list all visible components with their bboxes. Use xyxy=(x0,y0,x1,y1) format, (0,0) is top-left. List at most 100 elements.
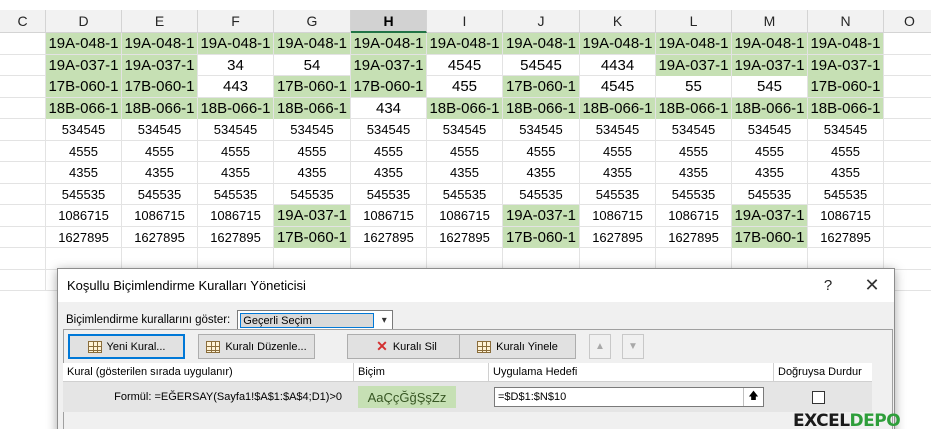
cell-f1[interactable]: 19A-048-1 xyxy=(198,33,274,54)
cell-n6[interactable]: 4555 xyxy=(808,140,884,162)
new-rule-button[interactable]: Yeni Kural... xyxy=(68,334,185,359)
cell-c5[interactable] xyxy=(0,119,46,140)
cell-e2[interactable]: 19A-037-1 xyxy=(122,54,198,76)
edit-rule-button[interactable]: Kuralı Düzenle... xyxy=(198,334,315,359)
cell-n8[interactable]: 545535 xyxy=(808,183,884,205)
cell-o7[interactable] xyxy=(884,162,931,183)
cell-n4[interactable]: 18B-066-1 xyxy=(808,97,884,119)
cell-o4[interactable] xyxy=(884,98,931,119)
column-header-n[interactable]: N xyxy=(808,10,884,33)
cell-e3[interactable]: 17B-060-1 xyxy=(122,76,198,97)
applies-to-field[interactable]: =$D$1:$N$10 🡅 xyxy=(494,387,764,407)
cell-k6[interactable]: 4555 xyxy=(580,140,656,162)
cell-o3[interactable] xyxy=(884,76,931,97)
cell-c8[interactable] xyxy=(0,183,46,205)
cell-j4[interactable]: 18B-066-1 xyxy=(503,97,580,119)
cell-d10[interactable]: 1627895 xyxy=(46,226,122,248)
cell-n3[interactable]: 17B-060-1 xyxy=(808,76,884,97)
help-button[interactable]: ? xyxy=(806,269,850,302)
cell-l8[interactable]: 545535 xyxy=(656,183,732,205)
cell-g1[interactable]: 19A-048-1 xyxy=(274,33,351,54)
cell-l10[interactable]: 1627895 xyxy=(656,226,732,248)
cell-g9[interactable]: 19A-037-1 xyxy=(274,205,351,226)
cell-k10[interactable]: 1627895 xyxy=(580,226,656,248)
cell-d5[interactable]: 534545 xyxy=(46,119,122,140)
stop-if-true-checkbox[interactable] xyxy=(812,390,825,404)
close-button[interactable]: ✕ xyxy=(850,269,894,302)
cell-k5[interactable]: 534545 xyxy=(580,119,656,140)
cell-o6[interactable] xyxy=(884,141,931,162)
cell-i3[interactable]: 455 xyxy=(427,76,503,97)
cell-m9[interactable]: 19A-037-1 xyxy=(732,205,808,226)
cell-n2[interactable]: 19A-037-1 xyxy=(808,54,884,76)
cell-j9[interactable]: 19A-037-1 xyxy=(503,205,580,226)
cell-j5[interactable]: 534545 xyxy=(503,119,580,140)
cell-m6[interactable]: 4555 xyxy=(732,140,808,162)
cell-l9[interactable]: 1086715 xyxy=(656,205,732,226)
cell-c1[interactable] xyxy=(0,33,46,54)
column-header-k[interactable]: K xyxy=(580,10,656,33)
cell-o1[interactable] xyxy=(884,33,931,54)
column-header-j[interactable]: J xyxy=(503,10,580,33)
cell-d11[interactable] xyxy=(46,248,122,269)
cell-m7[interactable]: 4355 xyxy=(732,162,808,183)
cell-d9[interactable]: 1086715 xyxy=(46,205,122,226)
cell-n1[interactable]: 19A-048-1 xyxy=(808,33,884,54)
cell-c7[interactable] xyxy=(0,162,46,183)
column-header-l[interactable]: L xyxy=(656,10,732,33)
cell-j7[interactable]: 4355 xyxy=(503,162,580,183)
cell-k8[interactable]: 545535 xyxy=(580,183,656,205)
delete-rule-button[interactable]: ✕ Kuralı Sil xyxy=(347,334,466,359)
cell-g5[interactable]: 534545 xyxy=(274,119,351,140)
cell-e1[interactable]: 19A-048-1 xyxy=(122,33,198,54)
cell-d3[interactable]: 17B-060-1 xyxy=(46,76,122,97)
cell-i10[interactable]: 1627895 xyxy=(427,226,503,248)
cell-e5[interactable]: 534545 xyxy=(122,119,198,140)
cell-d1[interactable]: 19A-048-1 xyxy=(46,33,122,54)
cell-i4[interactable]: 18B-066-1 xyxy=(427,97,503,119)
cell-o8[interactable] xyxy=(884,184,931,205)
cell-g4[interactable]: 18B-066-1 xyxy=(274,97,351,119)
cell-k4[interactable]: 18B-066-1 xyxy=(580,97,656,119)
cell-c3[interactable] xyxy=(0,76,46,97)
cell-h4[interactable]: 434 xyxy=(351,97,427,119)
cell-d6[interactable]: 4555 xyxy=(46,140,122,162)
cell-f3[interactable]: 443 xyxy=(198,76,274,97)
cell-i7[interactable]: 4355 xyxy=(427,162,503,183)
collapse-range-icon[interactable]: 🡅 xyxy=(743,388,763,406)
column-header-e[interactable]: E xyxy=(122,10,198,33)
cell-o2[interactable] xyxy=(884,55,931,76)
cell-h9[interactable]: 1086715 xyxy=(351,205,427,226)
cell-m10[interactable]: 17B-060-1 xyxy=(732,226,808,248)
cell-o11[interactable] xyxy=(884,248,931,269)
cell-f6[interactable]: 4555 xyxy=(198,140,274,162)
cell-g2[interactable]: 54 xyxy=(274,54,351,76)
cell-l1[interactable]: 19A-048-1 xyxy=(656,33,732,54)
column-header-m[interactable]: M xyxy=(732,10,808,33)
move-up-button[interactable]: ▲ xyxy=(589,334,611,359)
cell-c6[interactable] xyxy=(0,140,46,162)
cell-o9[interactable] xyxy=(884,205,931,226)
column-header-f[interactable]: F xyxy=(198,10,274,33)
cell-f10[interactable]: 1627895 xyxy=(198,226,274,248)
cell-f2[interactable]: 34 xyxy=(198,54,274,76)
cell-f7[interactable]: 4355 xyxy=(198,162,274,183)
cell-i2[interactable]: 4545 xyxy=(427,54,503,76)
cell-g7[interactable]: 4355 xyxy=(274,162,351,183)
cell-m8[interactable]: 545535 xyxy=(732,183,808,205)
cell-h2[interactable]: 19A-037-1 xyxy=(351,54,427,76)
duplicate-rule-button[interactable]: Kuralı Yinele xyxy=(459,334,576,359)
cell-n7[interactable]: 4355 xyxy=(808,162,884,183)
cell-f5[interactable]: 534545 xyxy=(198,119,274,140)
cell-n11[interactable] xyxy=(808,248,884,269)
cell-e6[interactable]: 4555 xyxy=(122,140,198,162)
cell-f11[interactable] xyxy=(198,248,274,269)
cell-g8[interactable]: 545535 xyxy=(274,183,351,205)
cell-k9[interactable]: 1086715 xyxy=(580,205,656,226)
show-rules-dropdown[interactable]: Geçerli Seçim ▾ xyxy=(237,309,394,331)
move-down-button[interactable]: ▼ xyxy=(622,334,644,359)
cell-h11[interactable] xyxy=(351,248,427,269)
column-header-d[interactable]: D xyxy=(46,10,122,33)
cell-h6[interactable]: 4555 xyxy=(351,140,427,162)
cell-e10[interactable]: 1627895 xyxy=(122,226,198,248)
